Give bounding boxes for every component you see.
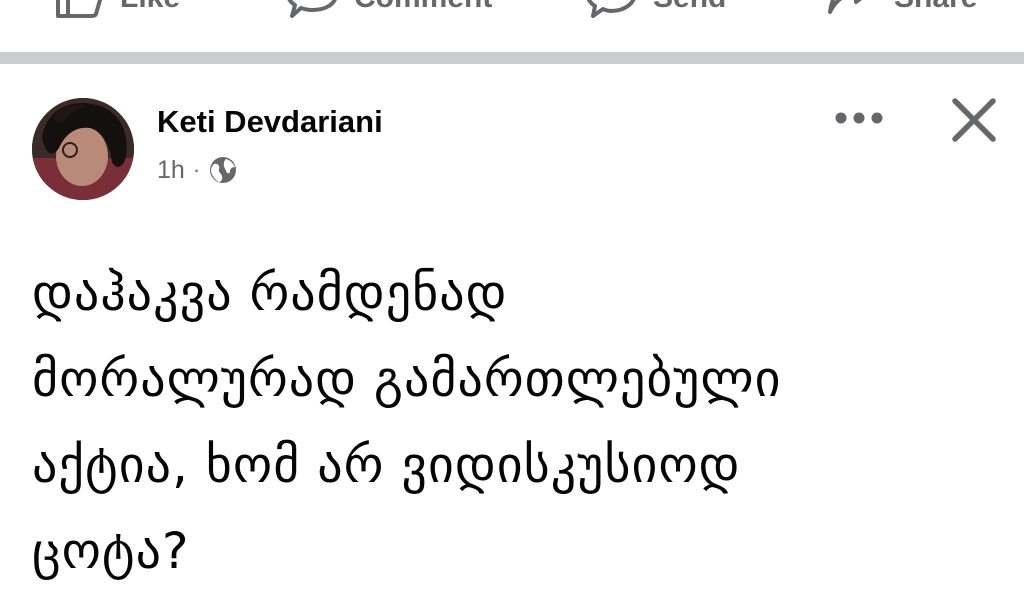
more-options-button[interactable] — [828, 98, 890, 138]
meta-separator: · — [192, 157, 201, 182]
author-name[interactable]: Keti Devdariani — [157, 104, 383, 140]
more-options-icon — [833, 111, 885, 125]
share-button[interactable]: Share — [826, 0, 977, 18]
post-timestamp[interactable]: 1h — [157, 156, 185, 185]
post-text-line: დაჰაკვა რამდენად — [32, 264, 508, 322]
author-avatar[interactable] — [32, 98, 134, 200]
thumbs-up-icon — [54, 0, 104, 18]
post-body: დაჰაკვა რამდენად მორალურად გამართლებული … — [32, 250, 992, 594]
post-meta: 1h · — [157, 152, 238, 188]
post-action-bar: Like Comment Send — [0, 0, 1024, 52]
share-arrow-icon — [826, 0, 878, 18]
close-icon — [951, 97, 997, 143]
comment-button[interactable]: Comment — [286, 0, 492, 18]
facebook-post-screen: Like Comment Send — [0, 0, 1024, 605]
like-label: Like — [120, 0, 180, 15]
messenger-icon — [585, 0, 637, 18]
globe-icon — [208, 155, 238, 185]
post-text-line: მორალურად გამართლებული — [32, 350, 782, 408]
send-label: Send — [653, 0, 726, 15]
close-button[interactable] — [944, 90, 1004, 150]
feed-divider — [0, 52, 1024, 64]
post-text-line: აქტია, ხომ არ ვიდისკუსიოდ — [32, 436, 741, 494]
post-text-line: ცოტა? — [32, 522, 190, 580]
share-label: Share — [894, 0, 977, 15]
comment-bubble-icon — [286, 0, 338, 18]
comment-label: Comment — [354, 0, 492, 15]
send-button[interactable]: Send — [585, 0, 726, 18]
like-button[interactable]: Like — [54, 0, 180, 18]
